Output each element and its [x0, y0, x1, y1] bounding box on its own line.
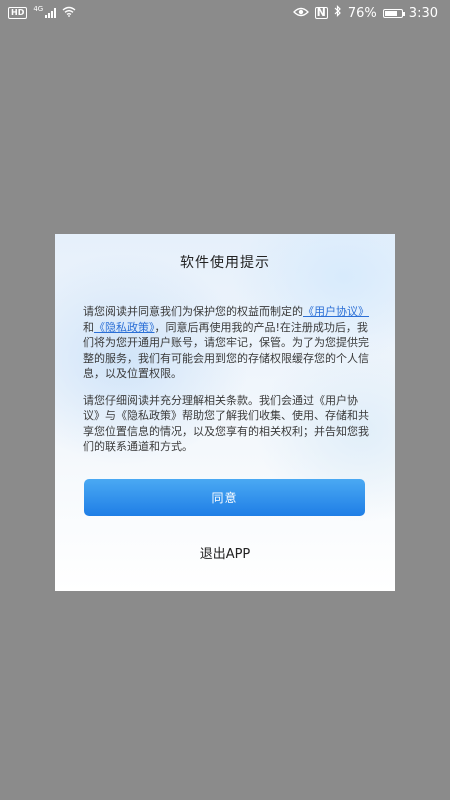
bluetooth-icon: [334, 5, 342, 21]
signal-icon: [45, 8, 57, 18]
hd-badge: HD: [8, 7, 28, 19]
agree-button[interactable]: 同意: [84, 479, 365, 516]
dialog-body: 请您阅读并同意我们为保护您的权益而制定的《用户协议》和《隐私政策》，同意后再使用…: [83, 304, 371, 466]
exit-app-button[interactable]: 退出APP: [55, 543, 395, 562]
notice-paragraph-1: 请您阅读并同意我们为保护您的权益而制定的《用户协议》和《隐私政策》，同意后再使用…: [83, 304, 371, 382]
eye-icon: [292, 6, 309, 21]
clock-time: 3:30: [408, 5, 438, 21]
privacy-policy-link[interactable]: 《隐私政策》: [94, 321, 155, 334]
user-agreement-link[interactable]: 《用户协议》: [303, 305, 369, 318]
wifi-icon: [62, 6, 76, 21]
nfc-icon: N: [314, 6, 328, 19]
paragraph-1-and: 和: [83, 320, 94, 334]
status-right: N 76% 3:30: [292, 5, 438, 21]
network-type: 4G: [33, 5, 44, 13]
dialog-title: 软件使用提示: [180, 255, 270, 271]
paragraph-1-intro: 请您阅读并同意我们为保护您的权益而制定的: [83, 305, 303, 318]
battery-percent: 76%: [347, 5, 377, 21]
notice-paragraph-2: 请您仔细阅读并充分理解相关条款。我们会通过《用户协议》与《隐私政策》帮助您了解我…: [83, 393, 369, 454]
status-left: HD 4G: [8, 5, 76, 21]
battery-icon: [382, 8, 405, 18]
battery-level: [384, 10, 397, 16]
usage-notice-dialog: 软件使用提示 请您阅读并同意我们为保护您的权益而制定的《用户协议》和《隐私政策》…: [55, 234, 395, 591]
status-bar: HD 4G N 76% 3:30: [0, 0, 450, 26]
